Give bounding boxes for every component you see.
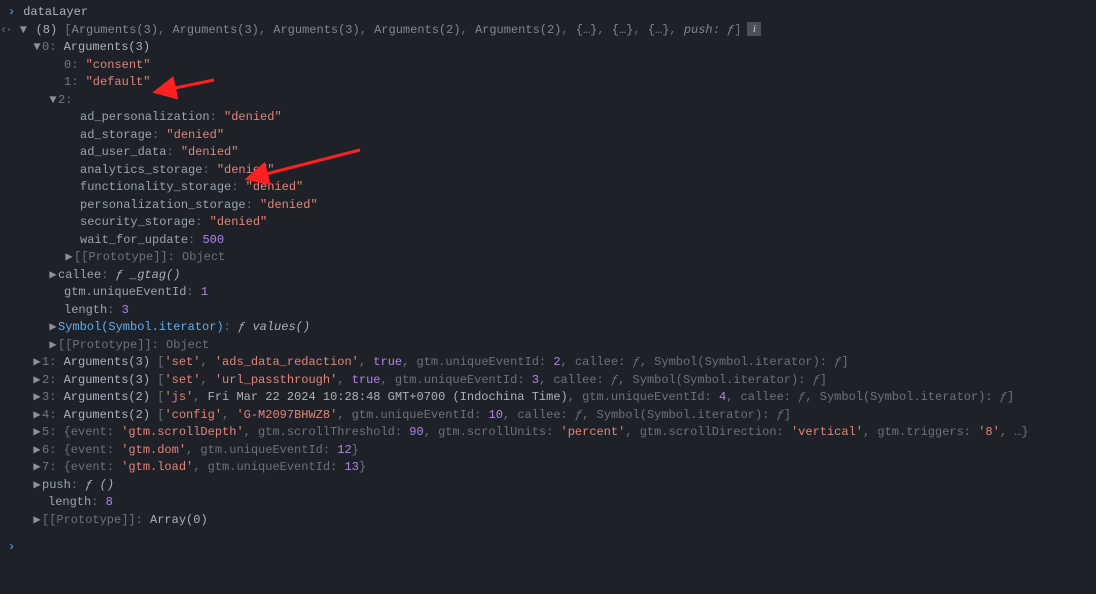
- info-icon[interactable]: i: [747, 22, 761, 36]
- row-3[interactable]: ▶3: Arguments(2) ['js', Fri Mar 22 2024 …: [0, 389, 1096, 407]
- proto-val: Array(0): [150, 513, 208, 527]
- row-7[interactable]: ▶7: {event: 'gtm.load', gtm.uniqueEventI…: [0, 459, 1096, 477]
- item-0[interactable]: ▼0: Arguments(3): [0, 39, 1096, 57]
- array-length-val: 8: [106, 495, 113, 509]
- uid: 1: [201, 285, 208, 299]
- row-2[interactable]: ▶2: Arguments(3) ['set', 'url_passthroug…: [0, 372, 1096, 390]
- expand-arrow-icon[interactable]: ▶: [32, 477, 42, 495]
- prop-personalization_storage: personalization_storage: [80, 198, 246, 212]
- item-0-0: 0: "consent": [0, 57, 1096, 75]
- expand-arrow-icon[interactable]: ▼: [48, 92, 58, 110]
- expand-arrow-icon[interactable]: ▶: [32, 389, 42, 407]
- val-analytics_storage: "denied": [217, 163, 275, 177]
- val-personalization_storage: "denied": [260, 198, 318, 212]
- push-fn: ƒ (): [85, 478, 114, 492]
- args-proto[interactable]: ▶[[Prototype]]: Object: [0, 337, 1096, 355]
- expand-arrow-icon[interactable]: ▶: [32, 424, 42, 442]
- row-6[interactable]: ▶6: {event: 'gtm.dom', gtm.uniqueEventId…: [0, 442, 1096, 460]
- obj2-proto[interactable]: ▶[[Prototype]]: Object: [0, 249, 1096, 267]
- length: length: 8: [0, 494, 1096, 512]
- obj2-security_storage: security_storage: "denied": [0, 214, 1096, 232]
- val-ad_storage: "denied": [166, 128, 224, 142]
- prop-functionality_storage: functionality_storage: [80, 180, 231, 194]
- array-proto[interactable]: ▶[[Prototype]]: Array(0): [0, 512, 1096, 530]
- obj2-ad_user_data: ad_user_data: "denied": [0, 144, 1096, 162]
- row-5[interactable]: ▶5: {event: 'gtm.scrollDepth', gtm.scrol…: [0, 424, 1096, 442]
- iter-fn: ƒ values(): [238, 320, 310, 334]
- expand-arrow-icon[interactable]: ▶: [64, 249, 74, 267]
- proto-obj2: [[Prototype]]: Object: [74, 250, 225, 264]
- val-ad_user_data: "denied": [181, 145, 239, 159]
- expand-arrow-icon[interactable]: ▶: [48, 319, 58, 337]
- iter[interactable]: ▶Symbol(Symbol.iterator): ƒ values(): [0, 319, 1096, 337]
- prop-ad_storage: ad_storage: [80, 128, 152, 142]
- obj2-ad_personalization: ad_personalization: "denied": [0, 109, 1096, 127]
- callee-fn: ƒ _gtag(): [116, 268, 181, 282]
- array-length: (8): [28, 23, 64, 37]
- prop-wait_for_update: wait_for_update: [80, 233, 188, 247]
- val-ad_personalization: "denied": [224, 110, 282, 124]
- args-type: Arguments(3): [64, 40, 150, 54]
- console-prompt-icon: ›: [8, 5, 15, 19]
- cmd-text: dataLayer: [23, 5, 88, 19]
- val-security_storage: "denied": [210, 215, 268, 229]
- expand-arrow-icon[interactable]: ▼: [32, 39, 42, 57]
- expand-arrow-icon[interactable]: ▶: [32, 442, 42, 460]
- result-icon: ‹·: [0, 23, 10, 37]
- uid: gtm.uniqueEventId: 1: [0, 284, 1096, 302]
- expand-arrow-icon[interactable]: ▶: [48, 337, 58, 355]
- expand-arrow-icon[interactable]: ▶: [32, 512, 42, 530]
- obj2-ad_storage: ad_storage: "denied": [0, 127, 1096, 145]
- val-functionality_storage: "denied": [246, 180, 304, 194]
- val-wait_for_update: 500: [202, 233, 224, 247]
- prompt[interactable]: ›: [0, 539, 1096, 557]
- expand-arrow-icon[interactable]: ▶: [32, 354, 42, 372]
- console-prompt-icon[interactable]: ›: [8, 540, 15, 554]
- obj2-functionality_storage: functionality_storage: "denied": [0, 179, 1096, 197]
- args-length: length: 3: [0, 302, 1096, 320]
- row-4[interactable]: ▶4: Arguments(2) ['config', 'G-M2097BHWZ…: [0, 407, 1096, 425]
- prop-security_storage: security_storage: [80, 215, 195, 229]
- item-0-1: 1: "default": [0, 74, 1096, 92]
- cmd-row: › dataLayer: [0, 4, 1096, 22]
- expand-arrow-icon[interactable]: ▼: [18, 22, 28, 40]
- obj2-analytics_storage: analytics_storage: "denied": [0, 162, 1096, 180]
- item-0-2[interactable]: ▼2:: [0, 92, 1096, 110]
- prop-ad_personalization: ad_personalization: [80, 110, 210, 124]
- expand-arrow-icon[interactable]: ▶: [32, 459, 42, 477]
- args-length: 3: [122, 303, 129, 317]
- consent-value: "consent": [86, 58, 151, 72]
- row-1[interactable]: ▶1: Arguments(3) ['set', 'ads_data_redac…: [0, 354, 1096, 372]
- default-value: "default": [86, 75, 151, 89]
- obj2-personalization_storage: personalization_storage: "denied": [0, 197, 1096, 215]
- expand-arrow-icon[interactable]: ▶: [32, 372, 42, 390]
- expand-arrow-icon[interactable]: ▶: [32, 407, 42, 425]
- prop-ad_user_data: ad_user_data: [80, 145, 166, 159]
- expand-arrow-icon[interactable]: ▶: [48, 267, 58, 285]
- obj2-wait_for_update: wait_for_update: 500: [0, 232, 1096, 250]
- result-summary[interactable]: ‹·▼ (8) [Arguments(3), Arguments(3), Arg…: [0, 22, 1096, 40]
- push[interactable]: ▶push: ƒ (): [0, 477, 1096, 495]
- callee[interactable]: ▶callee: ƒ _gtag(): [0, 267, 1096, 285]
- args-proto: [[Prototype]]: Object: [58, 338, 209, 352]
- prop-analytics_storage: analytics_storage: [80, 163, 202, 177]
